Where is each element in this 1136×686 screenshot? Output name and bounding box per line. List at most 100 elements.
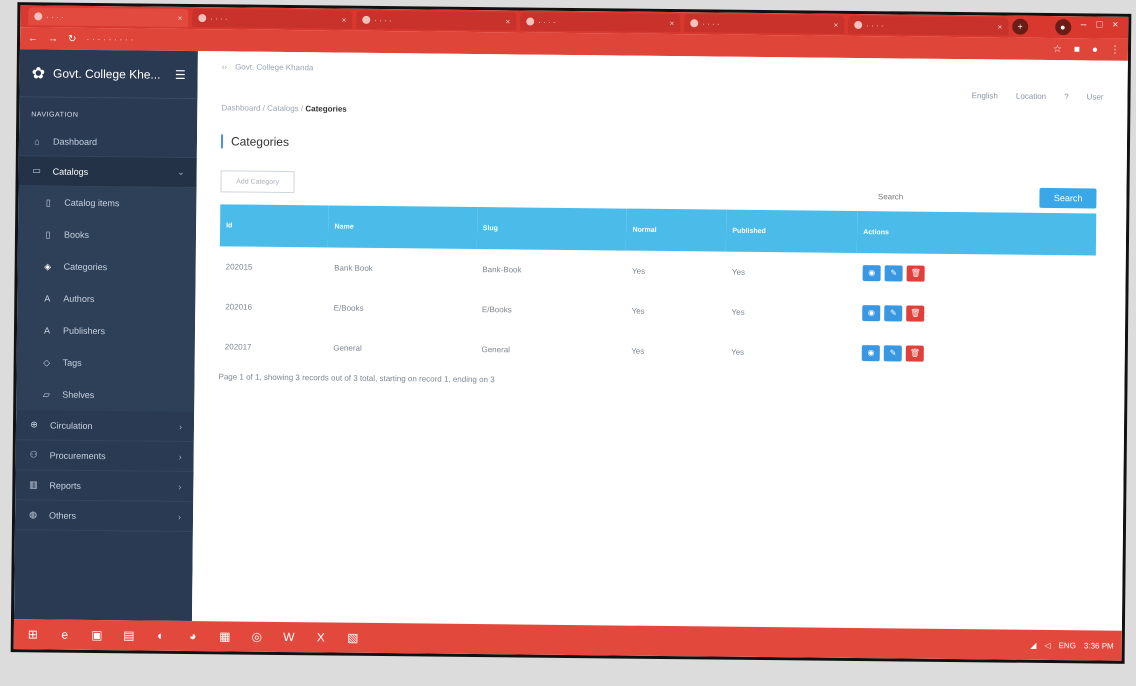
- back-nav-icon[interactable]: ‹›: [222, 62, 227, 71]
- browser-tab[interactable]: · · · · ×: [356, 10, 517, 31]
- browser-tab[interactable]: · · · · ×: [848, 15, 1009, 36]
- favicon-icon: [198, 14, 207, 23]
- system-tray: ◢ ◁ ENG 3:36 PM: [1030, 640, 1114, 650]
- favicon-icon: [362, 15, 371, 24]
- search-input[interactable]: [877, 187, 1029, 207]
- sidebar-item-circulation[interactable]: ⊕ Circulation ›: [15, 410, 195, 443]
- view-icon[interactable]: ◉: [861, 345, 881, 362]
- app: ✿ Govt. College Khe... ☰ NAVIGATION ⌂ Da…: [13, 49, 1128, 631]
- browser-icon[interactable]: ◐: [150, 625, 172, 647]
- sidebar-item-tags[interactable]: ◇ Tags: [16, 346, 194, 380]
- add-category-button[interactable]: Add Category: [220, 170, 295, 194]
- column-header[interactable]: Normal: [626, 209, 726, 252]
- nav-heading: NAVIGATION: [31, 111, 79, 119]
- close-icon[interactable]: ×: [834, 20, 839, 29]
- cell-published: Yes: [731, 347, 745, 357]
- column-header[interactable]: Id: [220, 204, 329, 247]
- delete-icon[interactable]: 🗑: [906, 305, 925, 322]
- location-selector[interactable]: Location: [1016, 92, 1046, 101]
- cell-actions: ◉ ✎ 🗑: [856, 333, 1095, 375]
- globe-icon: ◍: [29, 509, 38, 520]
- shelf-icon: ▱: [42, 388, 50, 400]
- browser-tab[interactable]: · · · · ×: [192, 9, 353, 29]
- edit-icon[interactable]: ✎: [884, 305, 903, 322]
- cell-actions: ◉ ✎ 🗑: [856, 293, 1095, 335]
- new-tab-icon[interactable]: +: [1012, 18, 1029, 35]
- account-icon[interactable]: ●: [1092, 44, 1098, 55]
- browser-tab[interactable]: · · · · ×: [520, 12, 681, 33]
- cell-normal: Yes: [631, 306, 645, 316]
- close-icon[interactable]: ×: [178, 13, 183, 22]
- browser-tab[interactable]: · · · · ×: [684, 14, 845, 34]
- menu-icon[interactable]: ⋮: [1110, 44, 1120, 55]
- sidebar-item-categories[interactable]: ◈ Categories: [18, 250, 196, 284]
- url-field[interactable]: · · · · · · · · ·: [86, 34, 133, 44]
- back-icon[interactable]: ←: [28, 33, 38, 44]
- edit-icon[interactable]: ✎: [883, 345, 903, 362]
- user-menu[interactable]: User: [1087, 92, 1104, 101]
- store-icon[interactable]: ▣: [86, 624, 108, 646]
- close-icon[interactable]: ×: [506, 17, 511, 26]
- breadcrumb-path[interactable]: Dashboard / Catalogs /: [221, 103, 303, 113]
- edit-icon[interactable]: ✎: [884, 265, 903, 282]
- delete-icon[interactable]: 🗑: [906, 265, 925, 282]
- column-header[interactable]: Published: [726, 210, 857, 253]
- folder-icon: ▭: [32, 165, 41, 176]
- brand: ✿ Govt. College Khe... ☰: [19, 49, 198, 100]
- help-icon[interactable]: ?: [1064, 92, 1069, 101]
- minimize-icon[interactable]: –: [1081, 19, 1087, 35]
- delete-icon[interactable]: 🗑: [905, 345, 925, 362]
- chart-icon: ▥: [29, 479, 38, 490]
- network-icon[interactable]: ◢: [1030, 640, 1036, 649]
- cell-slug: E/Books: [481, 304, 512, 314]
- close-icon[interactable]: ×: [342, 15, 347, 24]
- forward-icon[interactable]: →: [48, 33, 58, 44]
- windows-start-icon[interactable]: ⊞: [22, 623, 44, 645]
- reload-icon[interactable]: ↻: [68, 33, 77, 44]
- sidebar-item-dashboard[interactable]: ⌂ Dashboard: [18, 126, 198, 159]
- folder-icon[interactable]: ▦: [214, 625, 236, 647]
- close-icon[interactable]: ×: [670, 19, 675, 28]
- column-header[interactable]: Slug: [477, 207, 627, 251]
- view-icon[interactable]: ◉: [862, 305, 881, 322]
- menu-toggle-icon[interactable]: ☰: [175, 67, 186, 81]
- volume-icon[interactable]: ◁: [1044, 640, 1050, 649]
- sidebar-item-reports[interactable]: ▥ Reports ›: [15, 470, 194, 503]
- chrome-icon[interactable]: ◎: [246, 626, 268, 648]
- maximize-icon[interactable]: □: [1096, 19, 1102, 35]
- close-window-icon[interactable]: ×: [1112, 20, 1118, 36]
- favicon-icon: [854, 20, 863, 30]
- column-header[interactable]: Name: [328, 205, 477, 249]
- sidebar-item-publishers[interactable]: A Publishers: [17, 314, 195, 348]
- extensions-icon[interactable]: ■: [1074, 44, 1080, 55]
- language-indicator[interactable]: ENG: [1059, 641, 1076, 650]
- close-icon[interactable]: ×: [998, 22, 1003, 31]
- catalog-submenu: ▯ Catalog items ▯ Books ◈ Categories A Autho…: [16, 186, 197, 413]
- clock[interactable]: 3:36 PM: [1084, 641, 1114, 650]
- edge-icon[interactable]: e: [54, 624, 76, 646]
- firefox-icon[interactable]: ◕: [182, 625, 204, 647]
- site-name[interactable]: Govt. College Khanda: [235, 62, 313, 72]
- star-icon[interactable]: ☆: [1053, 44, 1062, 55]
- search-button[interactable]: Search: [1039, 187, 1097, 209]
- sidebar-item-procurements[interactable]: ⚇ Procurements ›: [15, 440, 194, 473]
- sidebar-item-catalogs[interactable]: ▭ Catalogs ⌄: [18, 156, 197, 189]
- sidebar-item-others[interactable]: ◍ Others ›: [14, 500, 194, 533]
- cell-published: Yes: [731, 307, 745, 317]
- file-explorer-icon[interactable]: ▤: [118, 624, 140, 646]
- page-title: Categories: [220, 134, 1098, 158]
- word-icon[interactable]: W: [278, 626, 300, 648]
- sidebar-item-books[interactable]: ▯ Books: [18, 218, 196, 252]
- sidebar-item-catalog-items[interactable]: ▯ Catalog items: [18, 186, 196, 220]
- view-icon[interactable]: ◉: [862, 265, 881, 282]
- language-selector[interactable]: English: [972, 91, 998, 100]
- app-icon[interactable]: ▧: [342, 627, 364, 649]
- sidebar-item-shelves[interactable]: ▱ Shelves: [16, 378, 194, 412]
- sidebar-item-authors[interactable]: A Authors: [17, 282, 195, 316]
- browser-tab[interactable]: · · · · ×: [28, 7, 189, 27]
- file-icon: ▯: [45, 196, 51, 208]
- profile-icon[interactable]: ●: [1054, 19, 1071, 36]
- chevron-right-icon: ›: [178, 481, 182, 492]
- excel-icon[interactable]: X: [310, 626, 332, 648]
- categories-table: Id Name Slug Normal Published Actions 20…: [219, 204, 1097, 375]
